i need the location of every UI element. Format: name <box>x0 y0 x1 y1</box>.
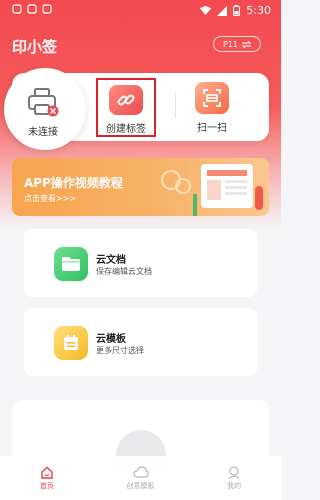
create-label-tile <box>109 85 143 115</box>
scan-tile <box>195 82 229 114</box>
app-notification-icon-2 <box>27 4 37 14</box>
tab-profile[interactable]: 我的 <box>187 456 281 500</box>
create-label-button[interactable]: 创建标签 <box>96 78 156 137</box>
battery-icon <box>233 5 241 16</box>
bottom-tab-bar: 首页 创意模板 我的 <box>0 456 281 500</box>
app-title: 印小签 <box>12 38 58 56</box>
cloud-template-title: 云模板 <box>96 334 126 345</box>
home-icon <box>41 466 53 479</box>
tab-home-label: 首页 <box>39 481 54 490</box>
banner-title: APP操作视频教程 <box>24 176 123 190</box>
cloud-doc-subtitle: 保存编辑云文档 <box>96 267 152 276</box>
tab-creative-templates[interactable]: 创意模板 <box>94 456 188 500</box>
scan-label: 扫一扫 <box>197 123 227 134</box>
cloud-template-tab-icon <box>132 465 149 478</box>
banner-subtitle: 点击查看>>> <box>24 194 77 203</box>
tutorial-banner[interactable]: APP操作视频教程 点击查看>>> <box>12 158 269 216</box>
create-label-text: 创建标签 <box>106 124 146 135</box>
printer-disconnected-icon <box>28 88 59 117</box>
profile-icon <box>228 465 240 479</box>
status-bar: 5:30 <box>0 0 281 22</box>
cloud-doc-title: 云文档 <box>96 255 126 266</box>
folder-icon <box>62 257 80 271</box>
signal-icon <box>217 5 228 16</box>
scan-button[interactable]: 扫一扫 <box>195 82 229 134</box>
switch-arrows-icon <box>242 40 251 48</box>
connect-printer-button[interactable]: 未连接 <box>26 88 60 138</box>
status-time: 5:30 <box>246 4 271 17</box>
cloud-templates-card[interactable]: 云模板 更多尺寸选择 <box>24 308 257 376</box>
video-tutorial-illustration-icon <box>161 164 263 216</box>
cloud-template-subtitle: 更多尺寸选择 <box>96 346 144 355</box>
cloud-doc-tile <box>54 247 88 281</box>
calendar-template-icon <box>64 335 78 350</box>
link-icon <box>117 94 135 106</box>
wifi-icon <box>200 6 212 15</box>
action-divider <box>175 92 176 118</box>
tab-home[interactable]: 首页 <box>0 456 94 500</box>
scan-icon <box>203 89 221 107</box>
cloud-documents-card[interactable]: 云文档 保存编辑云文档 <box>24 229 257 297</box>
printer-model-label: P11 <box>222 39 238 49</box>
cloud-template-tile <box>54 326 88 360</box>
connect-status-label: 未连接 <box>28 127 58 138</box>
tab-creative-templates-label: 创意模板 <box>126 481 155 490</box>
printer-switch-button[interactable]: P11 <box>213 36 261 52</box>
app-notification-icon <box>12 4 22 14</box>
app-notification-icon-3 <box>42 4 52 14</box>
tab-profile-label: 我的 <box>227 481 242 490</box>
